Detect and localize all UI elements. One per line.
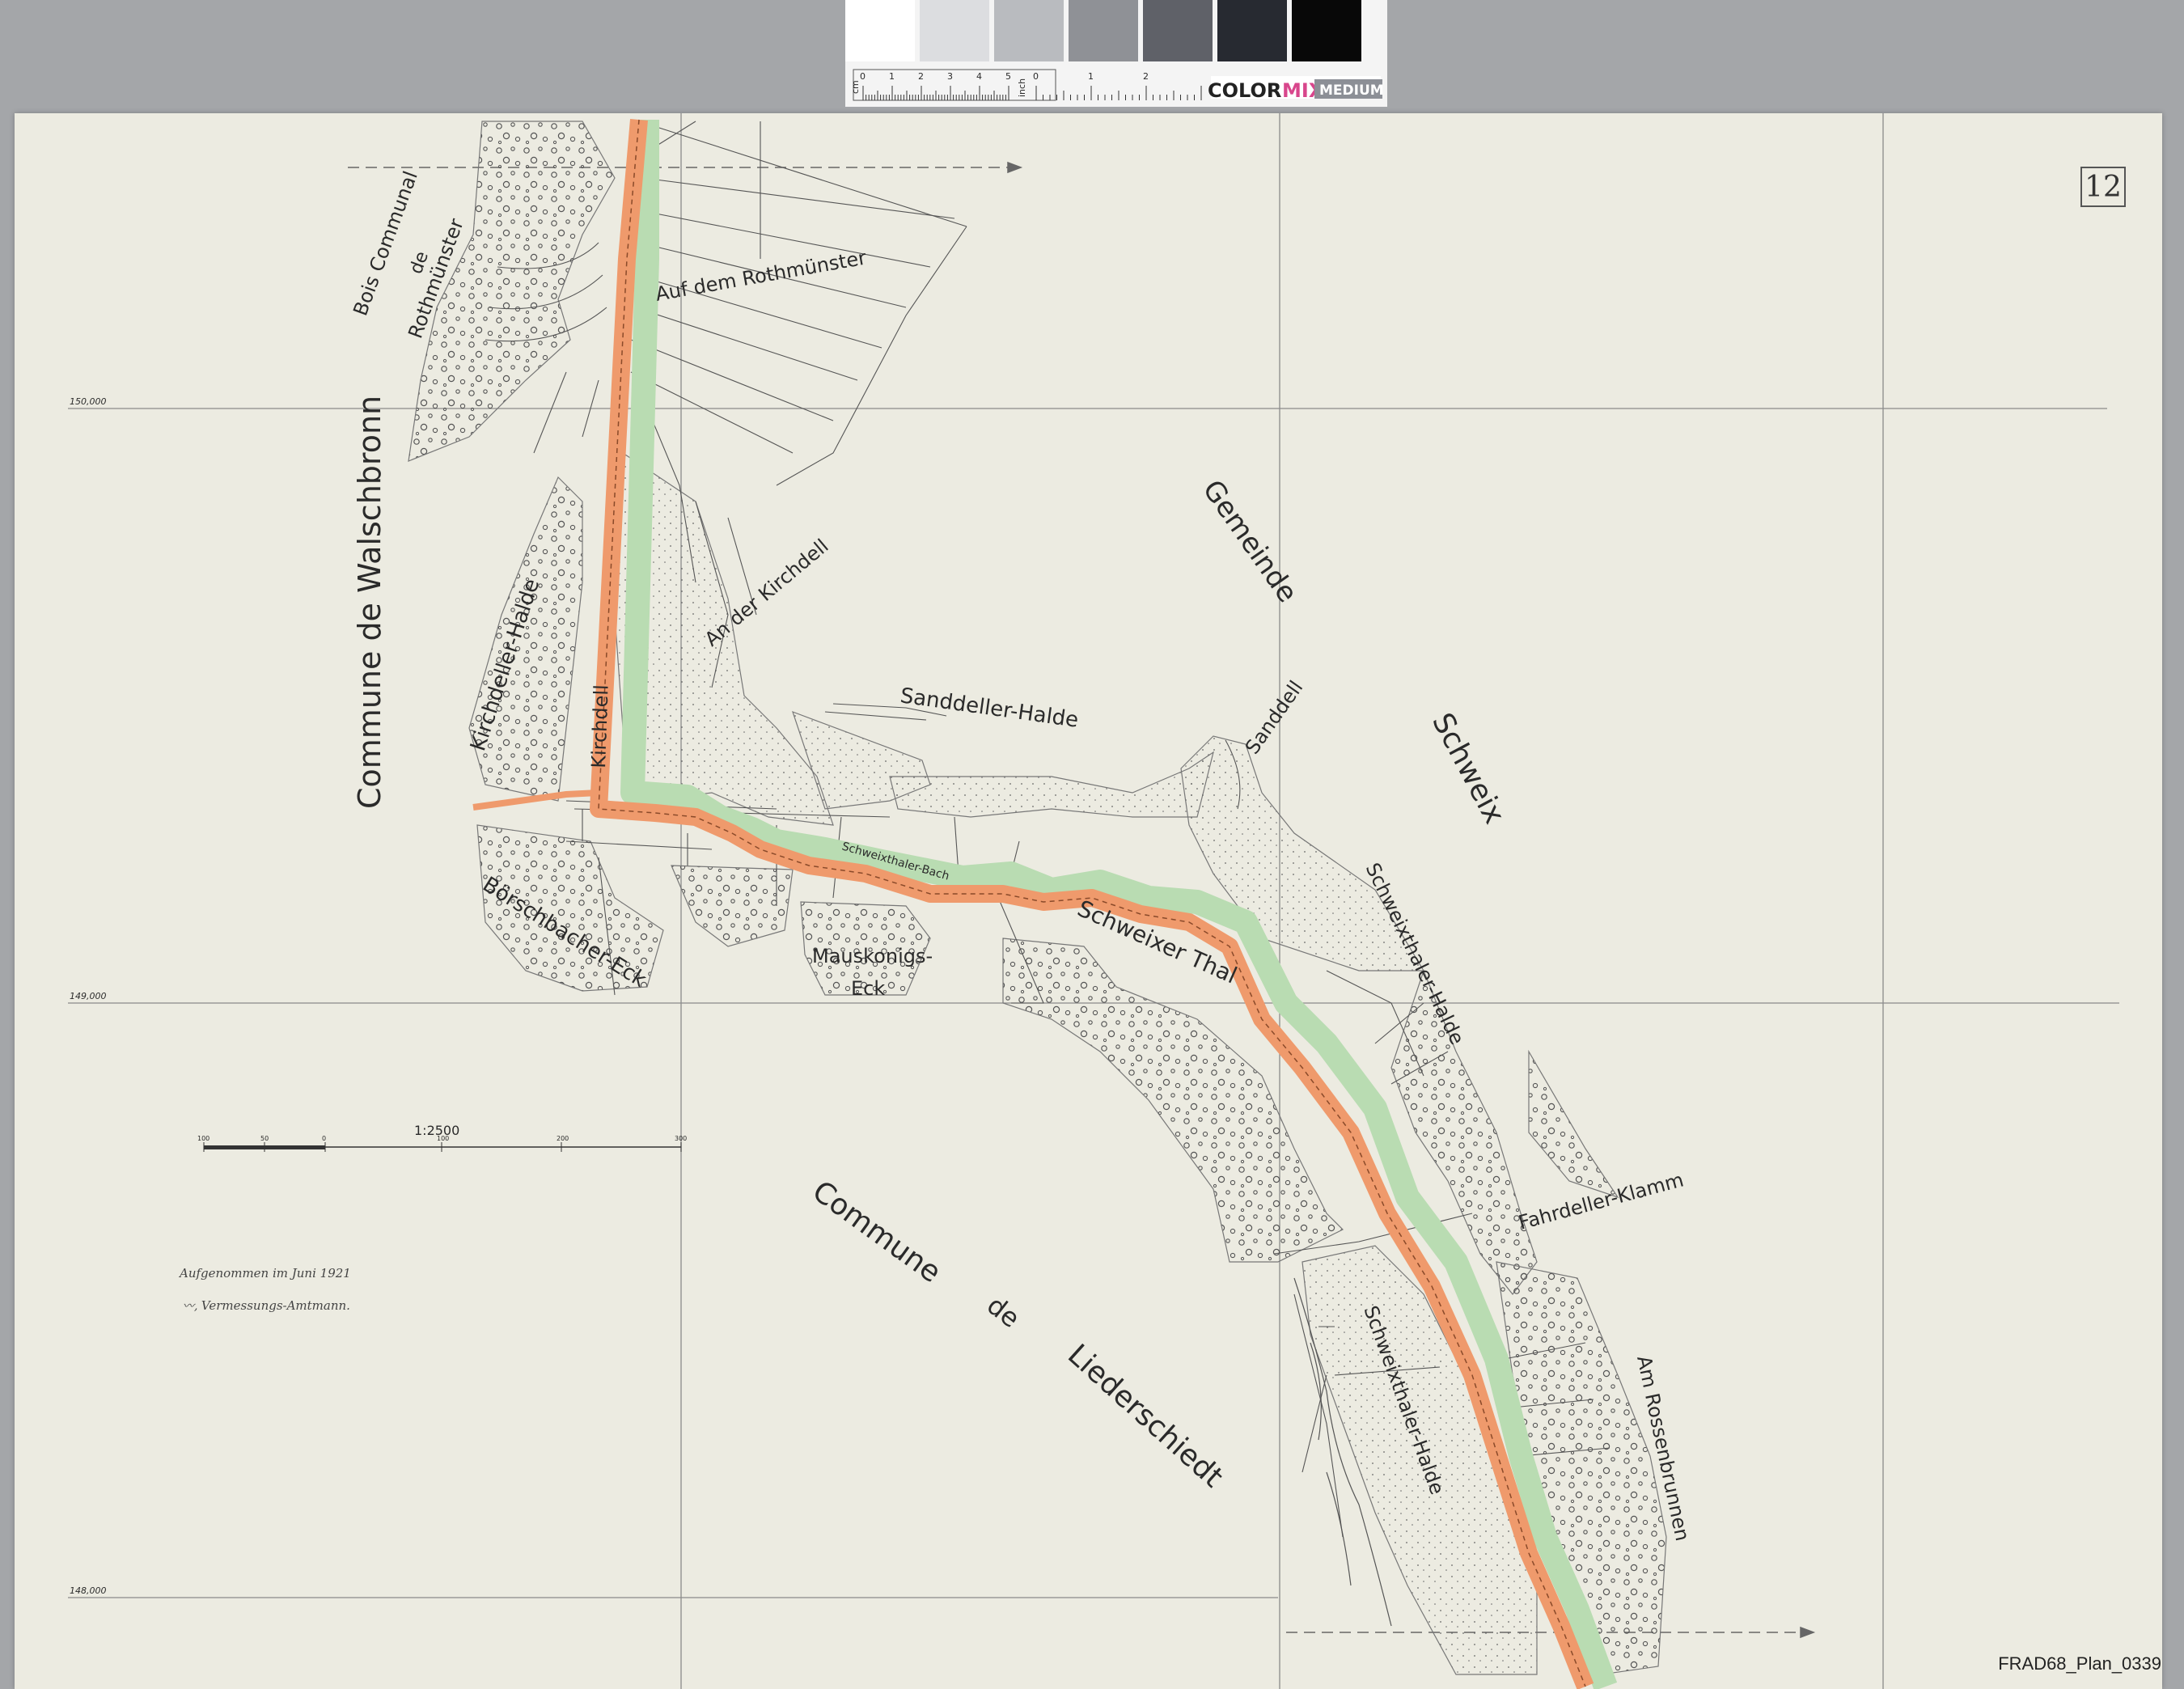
scale-tick-200: 200	[557, 1135, 569, 1142]
label-walschbronn: Commune de Walschbronn	[352, 396, 387, 809]
scale-tick-0: 0	[322, 1135, 326, 1142]
label-sanddell: Sanddell	[1241, 676, 1307, 758]
label-schweix: Schweix	[1425, 708, 1511, 829]
grid-label-149000: 149,000	[70, 991, 107, 1001]
label-liederschiedt: Liederschiedt	[1061, 1338, 1230, 1494]
label-gemeinde: Gemeinde	[1196, 474, 1304, 608]
label-bois-communal: Bois Communal	[349, 168, 422, 319]
scale-tick-100: 100	[437, 1135, 449, 1142]
label-auf-dem-rothmunster: Auf dem Rothmünster	[654, 246, 868, 305]
scale-tick-300: 300	[675, 1135, 687, 1142]
scale-tick-50: 50	[260, 1135, 269, 1142]
map-drawing: 150,000 149,000 148,000 1:2500 100 50 0 …	[68, 113, 2119, 1689]
label-de: de	[981, 1289, 1026, 1334]
survey-date-note: Aufgenommen im Juni 1921	[180, 1266, 351, 1281]
map-viewer: 012345 012 cm inch COLOR MIX MEDIUM 150,…	[0, 0, 2184, 1689]
surveyor-signature: 〰, Vermessungs-Amtmann.	[183, 1297, 350, 1314]
file-name-label: FRAD68_Plan_0339	[1998, 1653, 2161, 1674]
label-kirchdell: Kirchdell	[587, 684, 613, 768]
signature-mark: 〰,	[183, 1300, 201, 1313]
grid-label-148000: 148,000	[70, 1585, 107, 1596]
surveyor-title: Vermessungs-Amtmann.	[201, 1298, 350, 1313]
grid-label-150000: 150,000	[70, 396, 107, 407]
label-sanddeller-halde: Sanddeller-Halde	[899, 684, 1080, 733]
plate-number: 12	[2080, 167, 2126, 207]
label-mauskonigs: Mauskonigs-	[812, 945, 933, 967]
label-commune: Commune	[806, 1175, 947, 1289]
scale-bar: 1:2500 100 50 0 100 200 300	[197, 1123, 687, 1152]
scale-tick-100-left: 100	[197, 1135, 210, 1142]
label-eck: Eck	[851, 977, 885, 1000]
